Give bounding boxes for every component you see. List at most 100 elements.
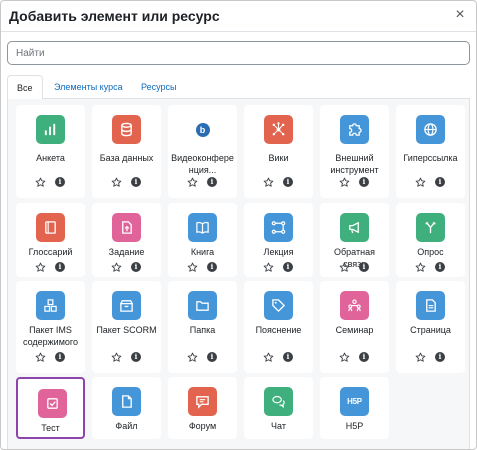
info-circle-icon[interactable]: i [359,262,369,272]
module-card[interactable]: Пакет IMS содержимого i [16,281,85,373]
star-outline-icon[interactable] [35,177,46,188]
module-card[interactable]: Задание i [92,203,161,277]
module-card[interactable]: Лекция i [244,203,313,277]
megaphone-icon [340,213,369,242]
quiz-check-icon [38,389,67,418]
module-label: База данных [99,153,154,163]
star-outline-icon[interactable] [339,262,350,273]
info-circle-icon[interactable]: i [283,177,293,187]
module-card[interactable]: Вики i [244,105,313,198]
tab-resources[interactable]: Ресурсы [132,75,186,99]
module-card[interactable]: Гиперссылка i [396,105,465,198]
package-box-icon [112,291,141,320]
info-circle-icon[interactable]: i [207,177,217,187]
module-label: Пакет IMS содержимого [22,325,78,347]
close-icon[interactable]: × [452,6,468,24]
module-actions: i [92,352,161,364]
dialog-header: Добавить элемент или ресурс × [1,1,476,32]
module-label: Пакет SCORM [96,325,157,335]
star-outline-icon[interactable] [263,352,274,363]
globe-icon [416,115,445,144]
module-card[interactable]: Папка i [168,281,237,373]
star-outline-icon[interactable] [111,262,122,273]
module-card[interactable]: Семинар i [320,281,389,373]
star-outline-icon[interactable] [263,177,274,188]
module-card[interactable]: Обратная связь i [320,203,389,277]
star-outline-icon[interactable] [415,262,426,273]
star-outline-icon[interactable] [35,352,46,363]
module-card[interactable]: Внешний инструмент i [320,105,389,198]
star-outline-icon[interactable] [187,262,198,273]
module-actions: i [16,177,85,189]
module-card[interactable]: Книга i [168,203,237,277]
module-card[interactable]: Чат [244,377,313,439]
info-circle-icon[interactable]: i [55,262,65,272]
module-card[interactable]: Опрос i [396,203,465,277]
module-actions: i [16,262,85,274]
star-outline-icon[interactable] [339,177,350,188]
info-circle-icon[interactable]: i [55,352,65,362]
info-circle-icon[interactable]: i [359,177,369,187]
chart-bar-icon [36,115,65,144]
star-outline-icon[interactable] [339,352,350,363]
module-label: Книга [190,247,215,257]
module-actions: i [320,352,389,364]
info-circle-icon[interactable]: i [359,352,369,362]
module-card[interactable]: База данных i [92,105,161,198]
module-card[interactable]: Пакет SCORM i [92,281,161,373]
info-circle-icon[interactable]: i [131,352,141,362]
workshop-people-icon [340,291,369,320]
star-outline-icon[interactable] [263,262,274,273]
tab-activities[interactable]: Элементы курса [45,75,132,99]
info-circle-icon[interactable]: i [55,177,65,187]
star-outline-icon[interactable] [187,177,198,188]
module-label: Анкета [36,153,65,163]
dialog-title: Добавить элемент или ресурс [9,8,220,24]
h5p-icon: H5P [340,387,369,416]
info-circle-icon[interactable]: i [435,177,445,187]
module-actions: i [396,352,465,364]
info-circle-icon[interactable]: i [283,262,293,272]
chat-bubbles-icon [264,387,293,416]
search-input[interactable] [7,41,470,65]
info-circle-icon[interactable]: i [435,262,445,272]
module-actions: i [244,262,313,274]
module-label: Страница [410,325,451,335]
module-actions: i [320,177,389,189]
module-card[interactable]: Файл [92,377,161,439]
module-actions: i [92,262,161,274]
tab-all[interactable]: Все [7,75,43,100]
star-outline-icon[interactable] [415,177,426,188]
module-card[interactable]: Глоссарий i [16,203,85,277]
star-outline-icon[interactable] [35,262,46,273]
module-actions: i [168,352,237,364]
module-card[interactable]: Тест [16,377,85,439]
module-card[interactable]: H5P H5P [320,377,389,439]
star-outline-icon[interactable] [111,352,122,363]
info-circle-icon[interactable]: i [283,352,293,362]
module-card[interactable]: b Видеоконфере нция... i [168,105,237,198]
star-outline-icon[interactable] [187,352,198,363]
module-card[interactable]: Форум [168,377,237,439]
module-actions: i [168,262,237,274]
module-actions: i [92,177,161,189]
info-circle-icon[interactable]: i [435,352,445,362]
page-document-icon [416,291,445,320]
module-actions: i [244,352,313,364]
module-label: Тест [41,423,60,433]
star-outline-icon[interactable] [111,177,122,188]
module-label: Форум [188,421,217,431]
info-circle-icon[interactable]: i [131,177,141,187]
info-circle-icon[interactable]: i [207,262,217,272]
module-card[interactable]: Пояснение i [244,281,313,373]
module-card[interactable]: Анкета i [16,105,85,198]
module-actions: i [396,177,465,189]
module-label: Чат [271,421,286,431]
puzzle-icon [340,115,369,144]
open-book-icon [188,213,217,242]
star-outline-icon[interactable] [415,352,426,363]
info-circle-icon[interactable]: i [131,262,141,272]
module-actions: i [244,177,313,189]
info-circle-icon[interactable]: i [207,352,217,362]
module-card[interactable]: Страница i [396,281,465,373]
